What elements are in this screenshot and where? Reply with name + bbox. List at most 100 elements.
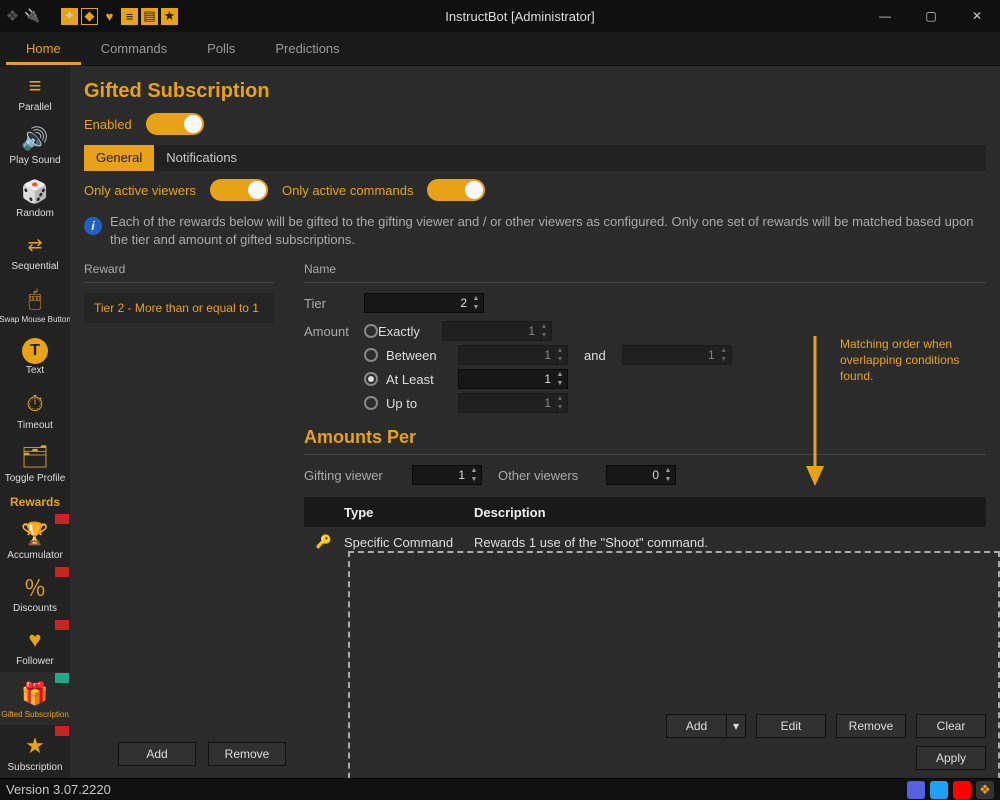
sidebar-item-swapmouse[interactable]: 🖱 Swap Mouse Button	[0, 278, 70, 331]
toggle-active-commands[interactable]	[427, 179, 485, 201]
table-clear-button[interactable]: Clear	[916, 714, 986, 738]
table-remove-button[interactable]: Remove	[836, 714, 906, 738]
label-upto: Up to	[386, 396, 450, 411]
tab-notifications[interactable]: Notifications	[154, 145, 249, 171]
table-edit-button[interactable]: Edit	[756, 714, 826, 738]
info-text: Each of the rewards below will be gifted…	[110, 213, 986, 248]
dice-icon: 🎲	[17, 177, 53, 207]
upto-spinner[interactable]: 1▲▼	[458, 393, 568, 413]
other-viewers-spinner[interactable]: 0▲▼	[606, 465, 676, 485]
profile-icon: 🗂	[17, 442, 53, 472]
value: 1	[544, 348, 551, 362]
menu-home[interactable]: Home	[6, 32, 81, 65]
sidebar-item-toggleprofile[interactable]: 🗂 Toggle Profile	[0, 436, 70, 489]
enabled-label: Enabled	[84, 117, 132, 132]
plug-icon: 🔌	[24, 8, 41, 25]
between-from-spinner[interactable]: 1▲▼	[458, 345, 568, 365]
matching-note: Matching order when overlapping conditio…	[840, 336, 980, 385]
tool-icon-6[interactable]: ★	[161, 8, 178, 25]
sidebar-label: Accumulator	[7, 550, 63, 561]
sequence-icon: ⇄	[17, 230, 53, 260]
value: 1	[544, 372, 551, 386]
matching-arrow-icon	[800, 336, 830, 486]
sidebar: ≡ Parallel 🔊 Play Sound 🎲 Random ⇄ Seque…	[0, 66, 70, 778]
chevron-up-icon[interactable]: ▲	[470, 294, 482, 303]
cell-description: Rewards 1 use of the "Shoot" command.	[474, 535, 986, 550]
reward-add-button[interactable]: Add	[118, 742, 196, 766]
th-description[interactable]: Description	[474, 505, 986, 520]
radio-between[interactable]	[364, 348, 378, 362]
label-amount: Amount	[304, 324, 364, 339]
sidebar-item-sequential[interactable]: ⇄ Sequential	[0, 225, 70, 278]
radio-exactly[interactable]	[364, 324, 378, 338]
label-exactly: Exactly	[378, 324, 442, 339]
radio-atleast[interactable]	[364, 372, 378, 386]
maximize-button[interactable]: ▢	[908, 0, 954, 32]
sidebar-reward-discounts[interactable]: ％ Discounts	[0, 566, 70, 619]
tool-icon-1[interactable]: ✦	[61, 8, 78, 25]
atleast-spinner[interactable]: 1▲▼	[458, 369, 568, 389]
discount-icon: ％	[17, 572, 53, 602]
column-reward: Reward	[84, 262, 274, 276]
radio-upto[interactable]	[364, 396, 378, 410]
tool-icon-3[interactable]: ♥	[101, 8, 118, 25]
menu-polls[interactable]: Polls	[187, 32, 255, 65]
sidebar-label: Subscription	[7, 762, 62, 773]
sidebar-item-parallel[interactable]: ≡ Parallel	[0, 66, 70, 119]
between-to-spinner[interactable]: 1▲▼	[622, 345, 732, 365]
sidebar-reward-subscription[interactable]: ★ Subscription	[0, 725, 70, 778]
tier-value: 2	[460, 296, 467, 310]
tabs: General Notifications	[84, 145, 986, 171]
badge-icon	[55, 726, 69, 736]
sidebar-item-text[interactable]: T Text	[0, 331, 70, 384]
twitter-icon[interactable]	[930, 781, 948, 799]
minimize-button[interactable]: —	[862, 0, 908, 32]
youtube-icon[interactable]	[953, 781, 971, 799]
sidebar-label: Follower	[16, 656, 54, 667]
label-active-commands: Only active commands	[282, 183, 414, 198]
value: 1	[458, 468, 465, 482]
amounts-per-title: Amounts Per	[304, 427, 986, 448]
sidebar-reward-follower[interactable]: ♥ Follower	[0, 619, 70, 672]
sidebar-label: Sequential	[11, 261, 58, 272]
sidebar-label: Toggle Profile	[5, 473, 66, 484]
chevron-down-icon[interactable]: ▼	[470, 303, 482, 312]
table-add-dropdown[interactable]: ▾	[726, 714, 746, 738]
tool-icon-4[interactable]: ≡	[121, 8, 138, 25]
th-type[interactable]: Type	[344, 505, 474, 520]
tool-icon-2[interactable]: ◆	[81, 8, 98, 25]
sidebar-reward-accumulator[interactable]: 🏆 Accumulator	[0, 513, 70, 566]
heart-icon: ♥	[17, 625, 53, 655]
sidebar-item-playsound[interactable]: 🔊 Play Sound	[0, 119, 70, 172]
sidebar-reward-giftedsub[interactable]: 🎁 Gifted Subscription	[0, 672, 70, 725]
app-footer-icon[interactable]: ❖	[976, 781, 994, 799]
tier-spinner[interactable]: 2 ▲▼	[364, 293, 484, 313]
label-gifting-viewer: Gifting viewer	[304, 468, 404, 483]
version-label: Version 3.07.2220	[6, 782, 111, 797]
tab-general[interactable]: General	[84, 145, 154, 171]
tool-icon-5[interactable]: ▤	[141, 8, 158, 25]
sidebar-label: Discounts	[13, 603, 57, 614]
reward-list-item[interactable]: Tier 2 - More than or equal to 1	[84, 293, 274, 323]
toggle-active-viewers[interactable]	[210, 179, 268, 201]
menu-commands[interactable]: Commands	[81, 32, 187, 65]
value: 1	[544, 396, 551, 410]
badge-icon	[55, 567, 69, 577]
reward-remove-button[interactable]: Remove	[208, 742, 286, 766]
table-add-button[interactable]: Add	[666, 714, 726, 738]
table-row[interactable]: 🔑 Specific Command Rewards 1 use of the …	[304, 527, 986, 557]
discord-icon[interactable]	[907, 781, 925, 799]
sound-icon: 🔊	[17, 124, 53, 154]
sidebar-item-timeout[interactable]: ⏱ Timeout	[0, 384, 70, 437]
apply-button[interactable]: Apply	[916, 746, 986, 770]
exactly-spinner[interactable]: 1▲▼	[442, 321, 552, 341]
label-tier: Tier	[304, 296, 364, 311]
enabled-toggle[interactable]	[146, 113, 204, 135]
close-button[interactable]: ✕	[954, 0, 1000, 32]
sidebar-item-random[interactable]: 🎲 Random	[0, 172, 70, 225]
sidebar-label: Parallel	[18, 102, 51, 113]
label-and: and	[576, 348, 614, 363]
gifting-viewer-spinner[interactable]: 1▲▼	[412, 465, 482, 485]
menu-predictions[interactable]: Predictions	[255, 32, 359, 65]
status-bar: Version 3.07.2220 ❖	[0, 778, 1000, 800]
